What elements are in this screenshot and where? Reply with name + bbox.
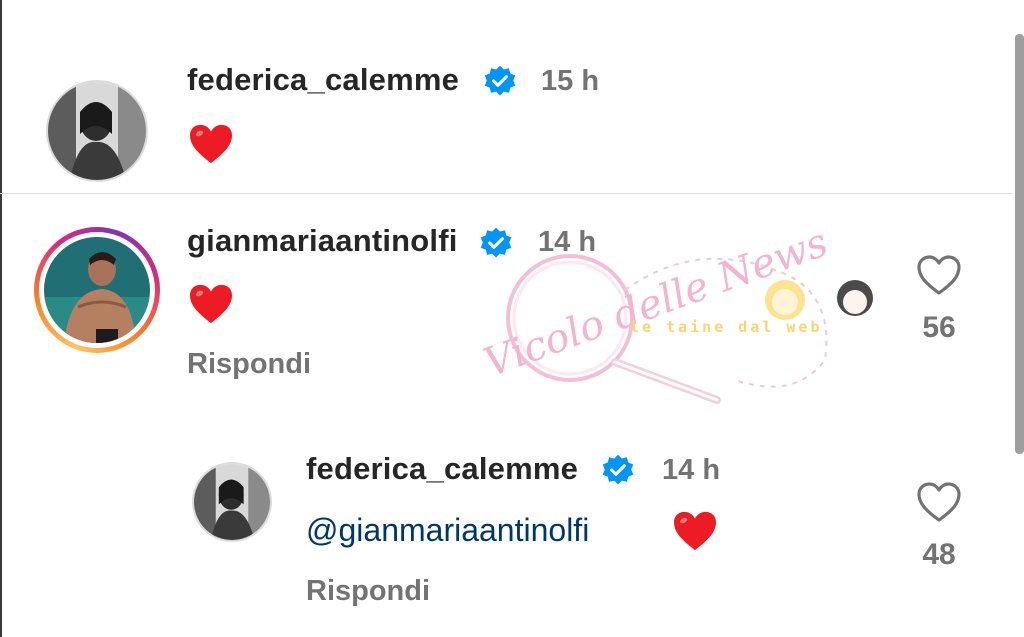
watermark-subtitle: le taine dal web bbox=[630, 318, 823, 336]
comment-username[interactable]: federica_calemme bbox=[306, 451, 578, 487]
comment-time: 15 h bbox=[541, 65, 600, 97]
comment-time: 14 h bbox=[538, 226, 597, 258]
watermark-title: Vicolo delle News bbox=[478, 219, 834, 387]
comment-time: 14 h bbox=[662, 454, 721, 486]
comment-divider bbox=[0, 193, 1012, 194]
avatar-federica[interactable] bbox=[46, 80, 148, 182]
window-edge bbox=[0, 0, 2, 637]
comment-username[interactable]: federica_calemme bbox=[187, 62, 459, 98]
watermark: Vicolo delle News le taine dal web bbox=[455, 220, 895, 410]
reply-button[interactable]: Rispondi bbox=[306, 575, 430, 608]
reply-button[interactable]: Rispondi bbox=[187, 348, 311, 381]
magnifier-icon bbox=[506, 254, 873, 404]
avatar-photo-icon bbox=[44, 237, 150, 343]
verified-badge-icon bbox=[602, 454, 634, 485]
avatar-photo-icon bbox=[48, 82, 146, 180]
avatar-gianmaria[interactable] bbox=[44, 237, 150, 343]
verified-badge-icon bbox=[484, 65, 516, 96]
heart-emoji-icon bbox=[190, 124, 232, 164]
like-count: 48 bbox=[922, 538, 956, 571]
like-heart-icon[interactable] bbox=[915, 253, 963, 297]
scrollbar[interactable] bbox=[1015, 34, 1024, 454]
mention-link[interactable]: @gianmariaantinolfi bbox=[306, 512, 589, 549]
avatar-federica[interactable] bbox=[192, 462, 272, 542]
comment-username[interactable]: gianmariaantinolfi bbox=[187, 223, 458, 259]
like-heart-icon[interactable] bbox=[915, 480, 963, 524]
verified-badge-icon bbox=[480, 227, 512, 258]
heart-emoji-icon bbox=[190, 284, 232, 324]
avatar-photo-icon bbox=[194, 464, 270, 540]
like-count: 56 bbox=[922, 311, 956, 344]
heart-emoji-icon bbox=[674, 511, 716, 551]
